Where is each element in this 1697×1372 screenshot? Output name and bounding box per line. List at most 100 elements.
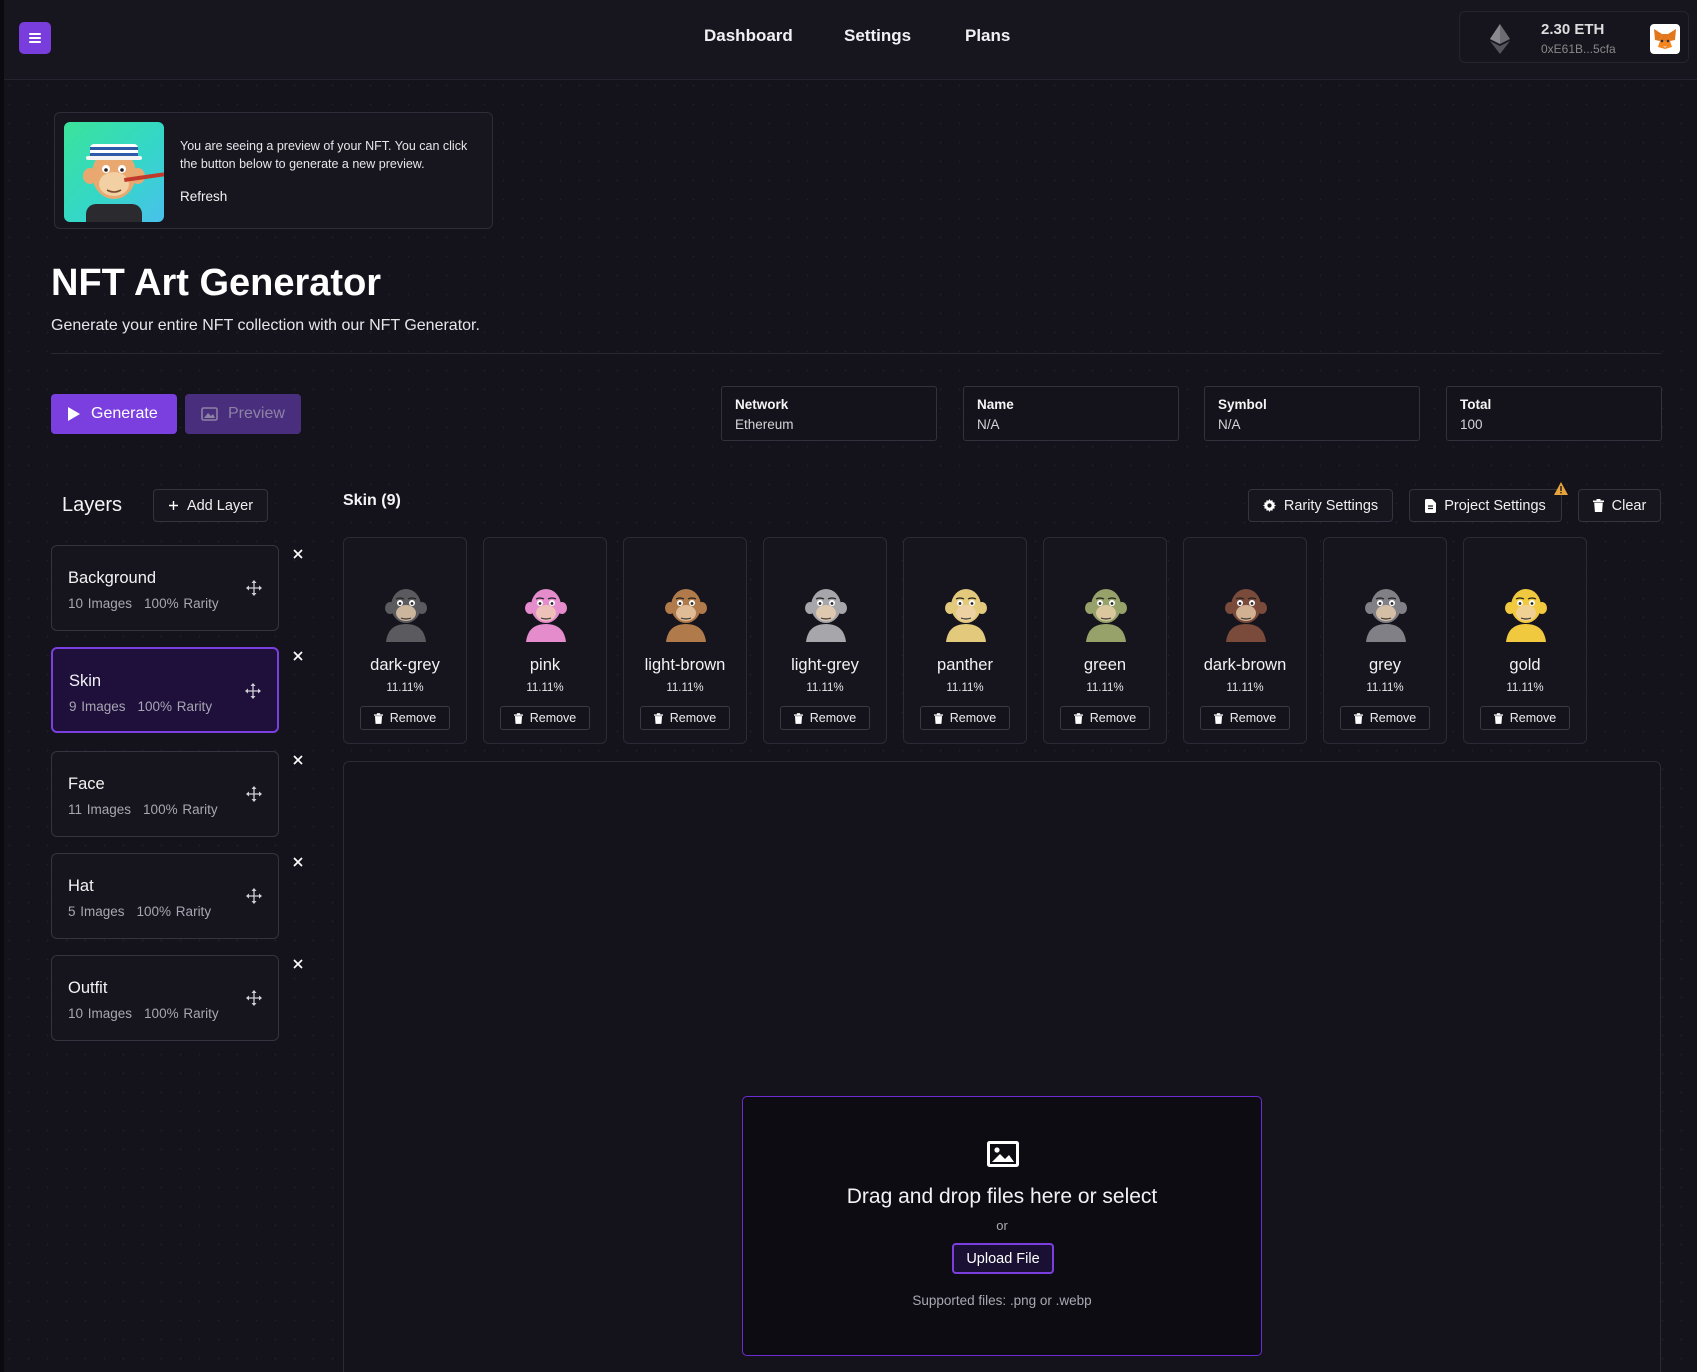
ape-skin-thumbnail <box>1085 589 1127 642</box>
dropzone-or: or <box>996 1218 1008 1233</box>
trash-icon <box>513 712 523 724</box>
drag-handle-icon[interactable] <box>245 683 261 699</box>
drag-handle-icon[interactable] <box>246 990 262 1006</box>
layer-card-background[interactable]: Background 10 Images 100% Rarity <box>51 545 279 631</box>
trait-rarity: 11.11% <box>386 682 424 694</box>
supported-files-text: Supported files: .png or .webp <box>912 1293 1092 1308</box>
remove-trait-button[interactable]: Remove <box>1340 706 1430 730</box>
trait-name: green <box>1083 656 1127 674</box>
preview-button[interactable]: Preview <box>185 394 301 434</box>
top-navbar: Dashboard Settings Plans 2.30 ETH 0xE61B… <box>4 0 1697 80</box>
nft-preview-card: You are seeing a preview of your NFT. Yo… <box>54 112 493 229</box>
trait-name: panther <box>937 656 993 674</box>
trait-card-gold: gold 11.11% Remove <box>1463 537 1587 744</box>
remove-layer-icon[interactable] <box>293 959 305 971</box>
layer-card-face[interactable]: Face 11 Images 100% Rarity <box>51 751 279 837</box>
info-symbol: Symbol N/A <box>1204 386 1420 441</box>
drag-handle-icon[interactable] <box>246 580 262 596</box>
remove-label: Remove <box>1509 711 1557 725</box>
trait-rarity: 11.11% <box>1226 682 1264 694</box>
trait-card-dark-brown: dark-brown 11.11% Remove <box>1183 537 1307 744</box>
layer-section-title: Skin (9) <box>343 492 401 509</box>
ape-skin-thumbnail <box>525 589 567 642</box>
info-network: Network Ethereum <box>721 386 937 441</box>
layer-meta: 5 Images 100% Rarity <box>68 904 211 919</box>
dropzone-title: Drag and drop files here or select <box>846 1185 1158 1208</box>
file-dropzone[interactable]: Drag and drop files here or select or Up… <box>742 1096 1262 1356</box>
trash-icon <box>1592 499 1604 512</box>
preview-label: Preview <box>228 405 285 422</box>
trait-name: gold <box>1509 656 1541 674</box>
trash-icon <box>1493 712 1503 724</box>
info-value: Ethereum <box>735 417 794 432</box>
add-layer-button[interactable]: Add Layer <box>153 489 268 522</box>
window-edge <box>0 0 4 1372</box>
document-icon <box>1425 498 1437 513</box>
remove-label: Remove <box>1229 711 1277 725</box>
preview-description: You are seeing a preview of your NFT. Yo… <box>180 139 468 171</box>
remove-layer-icon[interactable] <box>293 549 305 561</box>
project-settings-button[interactable]: Project Settings <box>1409 489 1562 522</box>
add-layer-label: Add Layer <box>186 497 254 514</box>
ape-skin-thumbnail <box>1505 589 1547 642</box>
fox-avatar-icon[interactable] <box>1650 24 1680 54</box>
remove-layer-icon[interactable] <box>293 755 305 767</box>
menu-toggle-button[interactable] <box>19 22 51 54</box>
remove-trait-button[interactable]: Remove <box>640 706 730 730</box>
rarity-settings-button[interactable]: Rarity Settings <box>1248 489 1393 522</box>
nav-plans[interactable]: Plans <box>965 26 1010 46</box>
trash-icon <box>933 712 943 724</box>
page-subtitle: Generate your entire NFT collection with… <box>51 317 480 334</box>
layer-card-skin[interactable]: Skin 9 Images 100% Rarity <box>51 647 279 733</box>
layer-rarity: 100% Rarity <box>137 699 213 714</box>
trait-rarity: 11.11% <box>526 682 564 694</box>
wallet-widget[interactable]: 2.30 ETH 0xE61B...5cfa <box>1459 11 1689 63</box>
trait-rarity: 11.11% <box>946 682 984 694</box>
generate-label: Generate <box>91 405 158 422</box>
remove-trait-button[interactable]: Remove <box>1200 706 1290 730</box>
remove-label: Remove <box>809 711 857 725</box>
generate-button[interactable]: Generate <box>51 394 177 434</box>
layer-name: Skin <box>69 672 102 690</box>
remove-trait-button[interactable]: Remove <box>780 706 870 730</box>
trait-rarity: 11.11% <box>806 682 844 694</box>
ape-skin-thumbnail <box>1365 589 1407 642</box>
nav-settings[interactable]: Settings <box>844 26 911 46</box>
trait-name: dark-grey <box>370 656 440 674</box>
clear-button[interactable]: Clear <box>1578 489 1661 522</box>
layer-name: Hat <box>68 877 94 895</box>
nav-dashboard[interactable]: Dashboard <box>704 26 793 46</box>
trait-rarity: 11.11% <box>1086 682 1124 694</box>
trash-icon <box>653 712 663 724</box>
layer-image-count: 10 Images <box>68 1006 133 1021</box>
remove-trait-button[interactable]: Remove <box>500 706 590 730</box>
layer-rarity: 100% Rarity <box>143 802 218 817</box>
remove-layer-icon[interactable] <box>293 651 305 663</box>
trait-card-dark-grey: dark-grey 11.11% Remove <box>343 537 467 744</box>
remove-trait-button[interactable]: Remove <box>920 706 1010 730</box>
nft-preview-image <box>64 122 164 222</box>
remove-trait-button[interactable]: Remove <box>1480 706 1570 730</box>
refresh-preview-link[interactable]: Refresh <box>180 189 227 204</box>
layer-image-count: 5 Images <box>68 904 125 919</box>
drag-handle-icon[interactable] <box>246 888 262 904</box>
trait-card-grey: grey 11.11% Remove <box>1323 537 1447 744</box>
layer-rarity: 100% Rarity <box>144 1006 219 1021</box>
trait-name: light-grey <box>791 656 859 674</box>
layers-heading: Layers <box>62 494 123 516</box>
layer-card-hat[interactable]: Hat 5 Images 100% Rarity <box>51 853 279 939</box>
upload-file-button[interactable]: Upload File <box>952 1243 1054 1274</box>
trash-icon <box>1213 712 1223 724</box>
layer-card-outfit[interactable]: Outfit 10 Images 100% Rarity <box>51 955 279 1041</box>
ethereum-icon <box>1490 24 1510 54</box>
remove-trait-button[interactable]: Remove <box>1060 706 1150 730</box>
trait-rarity: 11.11% <box>1366 682 1404 694</box>
drag-handle-icon[interactable] <box>246 786 262 802</box>
trash-icon <box>1073 712 1083 724</box>
play-icon <box>68 407 80 421</box>
layer-meta: 9 Images 100% Rarity <box>69 699 212 714</box>
remove-layer-icon[interactable] <box>293 857 305 869</box>
info-label: Total <box>1460 397 1492 412</box>
remove-trait-button[interactable]: Remove <box>360 706 450 730</box>
layer-meta: 10 Images 100% Rarity <box>68 1006 219 1021</box>
